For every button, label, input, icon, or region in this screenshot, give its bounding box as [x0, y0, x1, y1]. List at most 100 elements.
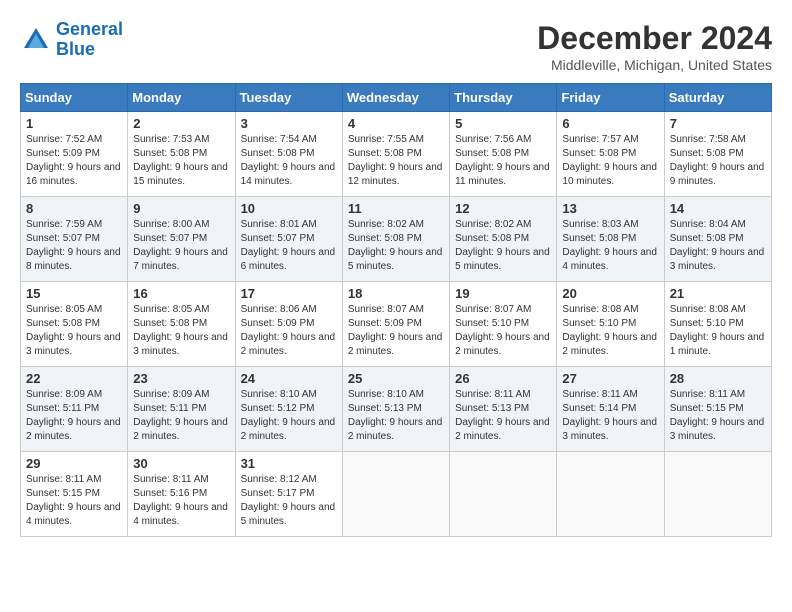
day-number: 7 [670, 116, 766, 131]
day-number: 6 [562, 116, 658, 131]
day-info: Sunrise: 7:55 AMSunset: 5:08 PMDaylight:… [348, 133, 444, 189]
header-monday: Monday [128, 84, 235, 112]
day-number: 15 [26, 286, 122, 301]
day-info: Sunrise: 8:07 AMSunset: 5:10 PMDaylight:… [455, 303, 551, 359]
location: Middleville, Michigan, United States [537, 57, 772, 73]
day-cell [664, 452, 771, 537]
header-wednesday: Wednesday [342, 84, 449, 112]
day-cell: 25 Sunrise: 8:10 AMSunset: 5:13 PMDaylig… [342, 367, 449, 452]
day-info: Sunrise: 8:11 AMSunset: 5:16 PMDaylight:… [133, 473, 229, 529]
day-info: Sunrise: 8:11 AMSunset: 5:15 PMDaylight:… [26, 473, 122, 529]
day-number: 31 [241, 456, 337, 471]
day-info: Sunrise: 8:08 AMSunset: 5:10 PMDaylight:… [670, 303, 766, 359]
day-cell: 23 Sunrise: 8:09 AMSunset: 5:11 PMDaylig… [128, 367, 235, 452]
day-info: Sunrise: 8:05 AMSunset: 5:08 PMDaylight:… [133, 303, 229, 359]
week-row-4: 22 Sunrise: 8:09 AMSunset: 5:11 PMDaylig… [21, 367, 772, 452]
day-cell: 3 Sunrise: 7:54 AMSunset: 5:08 PMDayligh… [235, 112, 342, 197]
day-cell: 14 Sunrise: 8:04 AMSunset: 5:08 PMDaylig… [664, 197, 771, 282]
month-title: December 2024 [537, 20, 772, 57]
day-cell: 19 Sunrise: 8:07 AMSunset: 5:10 PMDaylig… [450, 282, 557, 367]
day-cell: 27 Sunrise: 8:11 AMSunset: 5:14 PMDaylig… [557, 367, 664, 452]
day-number: 2 [133, 116, 229, 131]
day-cell: 9 Sunrise: 8:00 AMSunset: 5:07 PMDayligh… [128, 197, 235, 282]
day-cell: 4 Sunrise: 7:55 AMSunset: 5:08 PMDayligh… [342, 112, 449, 197]
header-friday: Friday [557, 84, 664, 112]
day-cell: 20 Sunrise: 8:08 AMSunset: 5:10 PMDaylig… [557, 282, 664, 367]
day-cell: 26 Sunrise: 8:11 AMSunset: 5:13 PMDaylig… [450, 367, 557, 452]
day-cell: 31 Sunrise: 8:12 AMSunset: 5:17 PMDaylig… [235, 452, 342, 537]
day-info: Sunrise: 7:56 AMSunset: 5:08 PMDaylight:… [455, 133, 551, 189]
day-info: Sunrise: 8:04 AMSunset: 5:08 PMDaylight:… [670, 218, 766, 274]
day-info: Sunrise: 8:02 AMSunset: 5:08 PMDaylight:… [455, 218, 551, 274]
day-number: 27 [562, 371, 658, 386]
logo: General Blue [20, 20, 123, 60]
day-cell: 29 Sunrise: 8:11 AMSunset: 5:15 PMDaylig… [21, 452, 128, 537]
day-info: Sunrise: 8:03 AMSunset: 5:08 PMDaylight:… [562, 218, 658, 274]
day-info: Sunrise: 7:58 AMSunset: 5:08 PMDaylight:… [670, 133, 766, 189]
week-row-5: 29 Sunrise: 8:11 AMSunset: 5:15 PMDaylig… [21, 452, 772, 537]
day-number: 9 [133, 201, 229, 216]
title-area: December 2024 Middleville, Michigan, Uni… [537, 20, 772, 73]
day-info: Sunrise: 8:02 AMSunset: 5:08 PMDaylight:… [348, 218, 444, 274]
day-number: 11 [348, 201, 444, 216]
day-number: 1 [26, 116, 122, 131]
header-tuesday: Tuesday [235, 84, 342, 112]
day-number: 25 [348, 371, 444, 386]
day-cell: 1 Sunrise: 7:52 AMSunset: 5:09 PMDayligh… [21, 112, 128, 197]
day-number: 13 [562, 201, 658, 216]
day-info: Sunrise: 8:09 AMSunset: 5:11 PMDaylight:… [133, 388, 229, 444]
day-info: Sunrise: 8:12 AMSunset: 5:17 PMDaylight:… [241, 473, 337, 529]
day-number: 14 [670, 201, 766, 216]
day-cell: 13 Sunrise: 8:03 AMSunset: 5:08 PMDaylig… [557, 197, 664, 282]
day-number: 29 [26, 456, 122, 471]
day-number: 30 [133, 456, 229, 471]
day-info: Sunrise: 8:11 AMSunset: 5:13 PMDaylight:… [455, 388, 551, 444]
day-info: Sunrise: 8:05 AMSunset: 5:08 PMDaylight:… [26, 303, 122, 359]
day-info: Sunrise: 8:06 AMSunset: 5:09 PMDaylight:… [241, 303, 337, 359]
logo-icon [20, 24, 52, 56]
header-row: SundayMondayTuesdayWednesdayThursdayFrid… [21, 84, 772, 112]
day-info: Sunrise: 8:10 AMSunset: 5:12 PMDaylight:… [241, 388, 337, 444]
day-cell: 18 Sunrise: 8:07 AMSunset: 5:09 PMDaylig… [342, 282, 449, 367]
day-info: Sunrise: 7:52 AMSunset: 5:09 PMDaylight:… [26, 133, 122, 189]
day-number: 17 [241, 286, 337, 301]
day-cell: 17 Sunrise: 8:06 AMSunset: 5:09 PMDaylig… [235, 282, 342, 367]
day-cell: 7 Sunrise: 7:58 AMSunset: 5:08 PMDayligh… [664, 112, 771, 197]
logo-blue: Blue [56, 39, 95, 59]
day-info: Sunrise: 7:54 AMSunset: 5:08 PMDaylight:… [241, 133, 337, 189]
header-sunday: Sunday [21, 84, 128, 112]
day-cell: 10 Sunrise: 8:01 AMSunset: 5:07 PMDaylig… [235, 197, 342, 282]
day-info: Sunrise: 8:08 AMSunset: 5:10 PMDaylight:… [562, 303, 658, 359]
day-number: 26 [455, 371, 551, 386]
day-info: Sunrise: 7:59 AMSunset: 5:07 PMDaylight:… [26, 218, 122, 274]
day-number: 4 [348, 116, 444, 131]
header-thursday: Thursday [450, 84, 557, 112]
day-cell [557, 452, 664, 537]
header-saturday: Saturday [664, 84, 771, 112]
day-cell: 12 Sunrise: 8:02 AMSunset: 5:08 PMDaylig… [450, 197, 557, 282]
day-number: 24 [241, 371, 337, 386]
week-row-2: 8 Sunrise: 7:59 AMSunset: 5:07 PMDayligh… [21, 197, 772, 282]
day-info: Sunrise: 8:09 AMSunset: 5:11 PMDaylight:… [26, 388, 122, 444]
day-cell: 6 Sunrise: 7:57 AMSunset: 5:08 PMDayligh… [557, 112, 664, 197]
day-cell: 16 Sunrise: 8:05 AMSunset: 5:08 PMDaylig… [128, 282, 235, 367]
day-info: Sunrise: 7:53 AMSunset: 5:08 PMDaylight:… [133, 133, 229, 189]
day-info: Sunrise: 8:11 AMSunset: 5:15 PMDaylight:… [670, 388, 766, 444]
day-info: Sunrise: 8:07 AMSunset: 5:09 PMDaylight:… [348, 303, 444, 359]
day-cell: 8 Sunrise: 7:59 AMSunset: 5:07 PMDayligh… [21, 197, 128, 282]
day-cell: 21 Sunrise: 8:08 AMSunset: 5:10 PMDaylig… [664, 282, 771, 367]
day-cell: 22 Sunrise: 8:09 AMSunset: 5:11 PMDaylig… [21, 367, 128, 452]
day-number: 10 [241, 201, 337, 216]
calendar-table: SundayMondayTuesdayWednesdayThursdayFrid… [20, 83, 772, 537]
day-cell: 28 Sunrise: 8:11 AMSunset: 5:15 PMDaylig… [664, 367, 771, 452]
day-info: Sunrise: 8:01 AMSunset: 5:07 PMDaylight:… [241, 218, 337, 274]
page-header: General Blue December 2024 Middleville, … [20, 20, 772, 73]
day-number: 18 [348, 286, 444, 301]
day-number: 19 [455, 286, 551, 301]
day-number: 21 [670, 286, 766, 301]
day-number: 12 [455, 201, 551, 216]
day-number: 5 [455, 116, 551, 131]
day-number: 8 [26, 201, 122, 216]
day-cell [342, 452, 449, 537]
day-info: Sunrise: 7:57 AMSunset: 5:08 PMDaylight:… [562, 133, 658, 189]
